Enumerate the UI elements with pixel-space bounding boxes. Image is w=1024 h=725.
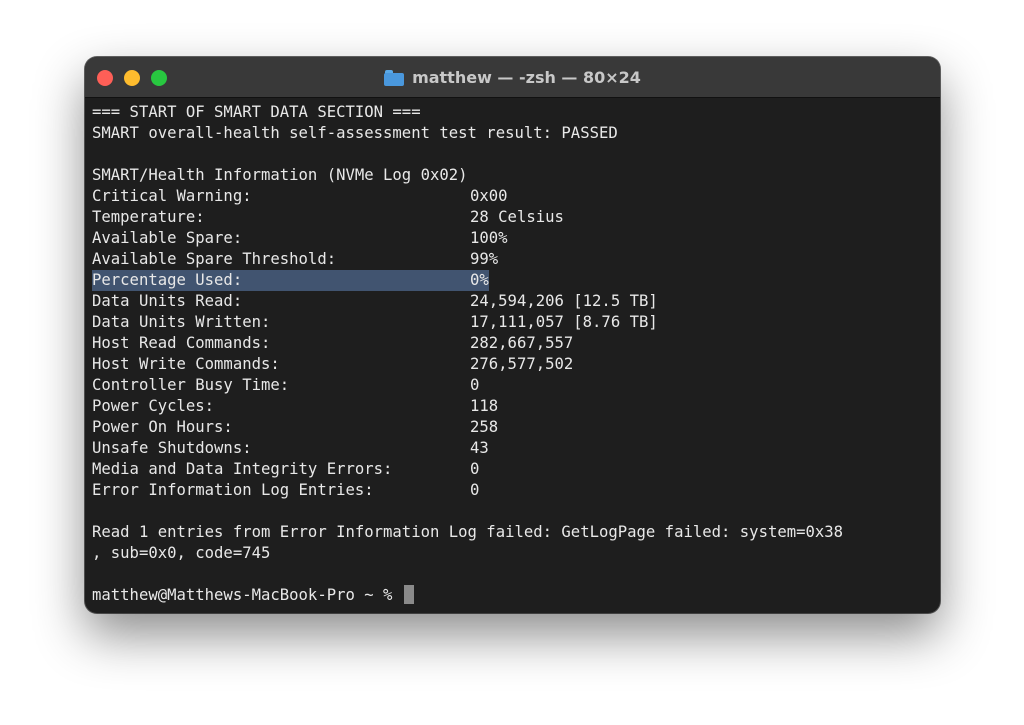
row-label: Temperature: (92, 208, 205, 226)
row-label: Available Spare Threshold: (92, 250, 337, 268)
row-label: Error Information Log Entries: (92, 481, 374, 499)
row-value: 100% (470, 229, 508, 247)
row-label: Host Write Commands: (92, 355, 280, 373)
smart-row-available-spare: Available Spare: 100% (92, 228, 937, 249)
prompt-line[interactable]: matthew@Matthews-MacBook-Pro ~ % (92, 585, 937, 606)
row-value: 17,111,057 [8.76 TB] (470, 313, 658, 331)
smart-row-unsafe-shutdowns: Unsafe Shutdowns: 43 (92, 438, 937, 459)
window-title: matthew — -zsh — 80×24 (412, 67, 641, 87)
folder-icon (384, 69, 405, 86)
smart-row-available-spare-threshold: Available Spare Threshold: 99% (92, 249, 937, 270)
section-title: SMART/Health Information (NVMe Log 0x02) (92, 166, 468, 184)
smart-row-error-log-entries: Error Information Log Entries: 0 (92, 480, 937, 501)
row-value: 0 (470, 376, 480, 394)
row-label: Media and Data Integrity Errors: (92, 460, 393, 478)
row-label: Percentage Used: (92, 271, 243, 289)
smart-row-power-on-hours: Power On Hours: 258 (92, 417, 937, 438)
terminal-window[interactable]: matthew — -zsh — 80×24 === START OF SMAR… (85, 57, 940, 613)
error-message-line: Read 1 entries from Error Information Lo… (92, 523, 844, 541)
row-value: 118 (470, 397, 499, 415)
row-label: Critical Warning: (92, 187, 252, 205)
shell-prompt: matthew@Matthews-MacBook-Pro ~ % (92, 586, 402, 604)
overall-health-line: SMART overall-health self-assessment tes… (92, 124, 618, 142)
row-label: Available Spare: (92, 229, 243, 247)
row-label: Data Units Written: (92, 313, 271, 331)
output-header: === START OF SMART DATA SECTION === (92, 103, 421, 121)
smart-row-data-units-written: Data Units Written: 17,111,057 [8.76 TB] (92, 312, 937, 333)
window-title-group: matthew — -zsh — 80×24 (85, 57, 940, 97)
smart-row-controller-busy-time: Controller Busy Time: 0 (92, 375, 937, 396)
smart-row-host-write-commands: Host Write Commands: 276,577,502 (92, 354, 937, 375)
terminal-output[interactable]: === START OF SMART DATA SECTION === SMAR… (92, 102, 937, 607)
row-value: 258 (470, 418, 499, 436)
row-label: Power On Hours: (92, 418, 233, 436)
smart-row-media-errors: Media and Data Integrity Errors: 0 (92, 459, 937, 480)
row-value: 282,667,557 (470, 334, 574, 352)
row-value: 24,594,206 [12.5 TB] (470, 292, 658, 310)
smart-row-percentage-used-selected[interactable]: Percentage Used: 0% (92, 270, 937, 291)
row-label: Unsafe Shutdowns: (92, 439, 252, 457)
title-bar[interactable]: matthew — -zsh — 80×24 (85, 57, 940, 98)
smart-row-critical-warning: Critical Warning: 0x00 (92, 186, 937, 207)
row-value: 276,577,502 (470, 355, 574, 373)
row-label: Controller Busy Time: (92, 376, 290, 394)
smart-row-host-read-commands: Host Read Commands: 282,667,557 (92, 333, 937, 354)
smart-row-data-units-read: Data Units Read: 24,594,206 [12.5 TB] (92, 291, 937, 312)
row-value: 43 (470, 439, 489, 457)
row-value: 28 Celsius (470, 208, 564, 226)
text-cursor[interactable] (403, 585, 414, 604)
row-value: 0x00 (470, 187, 508, 205)
row-value: 0 (470, 460, 480, 478)
row-value: 0% (470, 271, 489, 289)
row-value: 99% (470, 250, 499, 268)
smart-row-temperature: Temperature: 28 Celsius (92, 207, 937, 228)
error-message-continuation: , sub=0x0, code=745 (92, 544, 271, 562)
row-value: 0 (470, 481, 480, 499)
text-selection[interactable]: Percentage Used: 0% (92, 270, 489, 291)
row-label: Host Read Commands: (92, 334, 271, 352)
smart-row-power-cycles: Power Cycles: 118 (92, 396, 937, 417)
row-label: Data Units Read: (92, 292, 243, 310)
row-label: Power Cycles: (92, 397, 215, 415)
